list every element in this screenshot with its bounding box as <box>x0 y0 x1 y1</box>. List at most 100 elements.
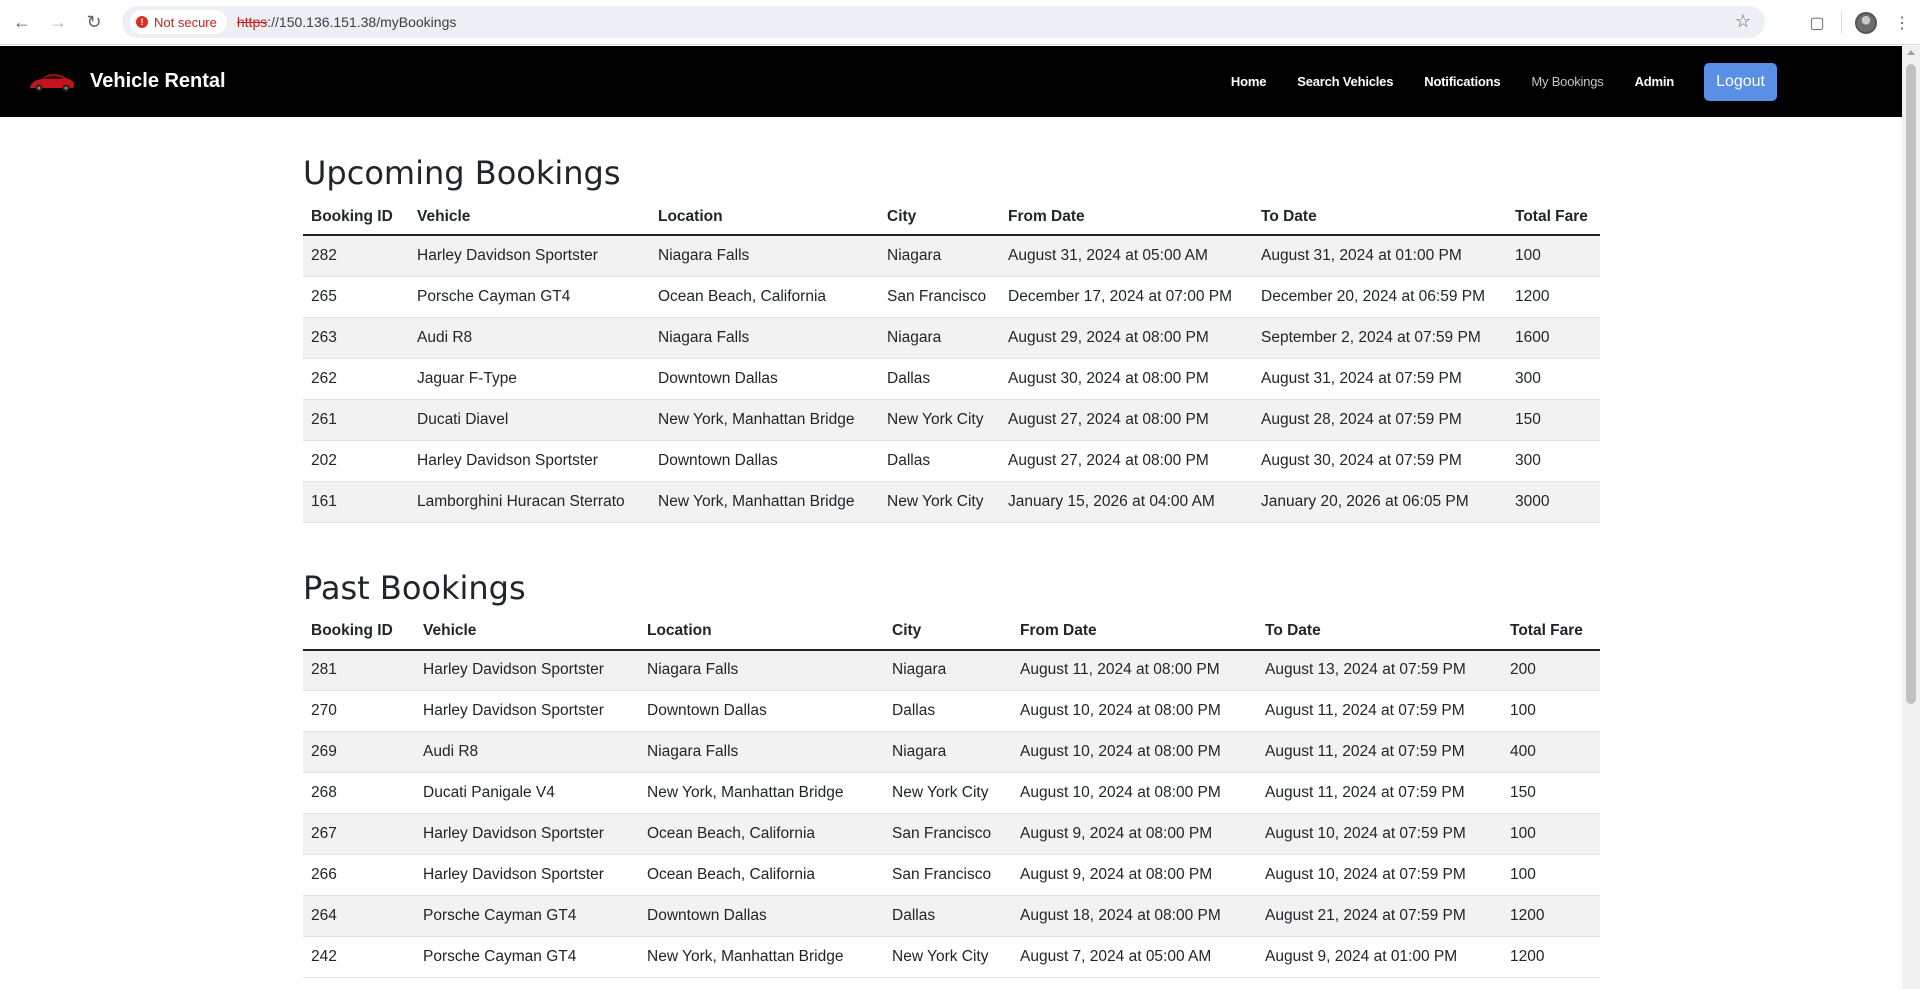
cell-total-fare: 1200 <box>1502 895 1600 937</box>
cell-location: Niagara Falls <box>639 649 884 691</box>
main-content: Upcoming Bookings Booking ID Vehicle Locat… <box>303 117 1600 978</box>
address-bar[interactable]: ! Not secure https://150.136.151.38/myBo… <box>122 6 1765 38</box>
table-row: 161 Lamborghini Huracan Sterrato New York,… <box>303 481 1600 523</box>
nav-admin[interactable]: Admin <box>1635 74 1675 89</box>
cell-total-fare: 400 <box>1502 731 1600 773</box>
url-text[interactable]: https://150.136.151.38/myBookings <box>237 14 457 30</box>
cell-city: New York City <box>884 936 1012 978</box>
cell-vehicle: Harley Davidson Sportster <box>415 690 639 732</box>
red-car-logo-icon <box>30 73 74 91</box>
table-row: 270 Harley Davidson Sportster Downtown Dal… <box>303 690 1600 732</box>
not-secure-icon: ! <box>136 16 148 28</box>
cell-city: San Francisco <box>884 813 1012 855</box>
cell-city: Dallas <box>884 690 1012 732</box>
cell-booking-id: 267 <box>303 813 415 855</box>
scrollbar-thumb[interactable] <box>1906 64 1916 704</box>
cell-city: San Francisco <box>884 854 1012 896</box>
column-header-vehicle: Vehicle <box>415 607 639 651</box>
cell-total-fare: 100 <box>1502 854 1600 896</box>
column-header-city: City <box>879 193 1000 236</box>
table-row: 264 Porsche Cayman GT4 Downtown Dallas Dall… <box>303 895 1600 937</box>
cell-total-fare: 100 <box>1502 690 1600 732</box>
cell-total-fare: 1600 <box>1507 317 1600 359</box>
cell-total-fare: 150 <box>1502 772 1600 814</box>
cell-vehicle: Audi R8 <box>415 731 639 773</box>
column-header-from-date: From Date <box>1000 193 1253 236</box>
cell-booking-id: 264 <box>303 895 415 937</box>
forward-icon[interactable]: → <box>40 4 76 40</box>
column-header-vehicle: Vehicle <box>409 193 650 236</box>
cell-vehicle: Audi R8 <box>409 317 650 359</box>
nav-home[interactable]: Home <box>1231 74 1267 89</box>
nav-links: Home Search Vehicles Notifications My Bo… <box>1200 46 1777 117</box>
security-chip[interactable]: ! Not secure <box>130 10 227 34</box>
table-row: 242 Porsche Cayman GT4 New York, Manhattan… <box>303 936 1600 978</box>
cell-booking-id: 242 <box>303 936 415 978</box>
cell-city: Niagara <box>884 649 1012 691</box>
cell-to-date: August 31, 2024 at 07:59 PM <box>1253 358 1507 400</box>
nav-search-vehicles[interactable]: Search Vehicles <box>1297 74 1393 89</box>
cell-city: New York City <box>879 481 1000 523</box>
cell-location: New York, Manhattan Bridge <box>639 936 884 978</box>
back-icon[interactable]: ← <box>4 4 40 40</box>
cell-total-fare: 150 <box>1507 399 1600 441</box>
cell-booking-id: 270 <box>303 690 415 732</box>
cell-city: Niagara <box>879 317 1000 359</box>
column-header-booking-id: Booking ID <box>303 607 415 651</box>
table-row: 261 Ducati Diavel New York, Manhattan Brid… <box>303 399 1600 441</box>
cell-booking-id: 265 <box>303 276 409 318</box>
brand[interactable]: Vehicle Rental <box>28 69 226 95</box>
table-row: 282 Harley Davidson Sportster Niagara Fall… <box>303 235 1600 277</box>
cell-from-date: August 10, 2024 at 08:00 PM <box>1012 690 1257 732</box>
cell-booking-id: 268 <box>303 772 415 814</box>
cell-to-date: August 30, 2024 at 07:59 PM <box>1253 440 1507 482</box>
cell-booking-id: 263 <box>303 317 409 359</box>
cell-from-date: August 27, 2024 at 08:00 PM <box>1000 440 1253 482</box>
nav-my-bookings[interactable]: My Bookings <box>1531 74 1603 89</box>
cell-from-date: August 10, 2024 at 08:00 PM <box>1012 731 1257 773</box>
table-row: 267 Harley Davidson Sportster Ocean Beach,… <box>303 813 1600 855</box>
cell-to-date: August 21, 2024 at 07:59 PM <box>1257 895 1502 937</box>
url-scheme: https <box>236 14 268 30</box>
table-row: 262 Jaguar F-Type Downtown Dallas Dallas Aug… <box>303 358 1600 400</box>
table-body: 282 Harley Davidson Sportster Niagara Fall… <box>303 235 1600 523</box>
cell-to-date: August 10, 2024 at 07:59 PM <box>1257 813 1502 855</box>
cell-city: Dallas <box>879 440 1000 482</box>
cell-to-date: August 31, 2024 at 01:00 PM <box>1253 235 1507 277</box>
cell-city: Niagara <box>879 235 1000 277</box>
cell-from-date: August 11, 2024 at 08:00 PM <box>1012 649 1257 691</box>
cell-total-fare: 100 <box>1502 813 1600 855</box>
bookmark-star-icon[interactable]: ☆ <box>1735 11 1751 32</box>
cell-to-date: August 13, 2024 at 07:59 PM <box>1257 649 1502 691</box>
cell-total-fare: 3000 <box>1507 481 1600 523</box>
column-header-from-date: From Date <box>1012 607 1257 651</box>
brand-name: Vehicle Rental <box>90 70 226 92</box>
cell-from-date: December 17, 2024 at 07:00 PM <box>1000 276 1253 318</box>
cell-from-date: January 15, 2026 at 04:00 AM <box>1000 481 1253 523</box>
cell-vehicle: Harley Davidson Sportster <box>409 440 650 482</box>
menu-kebab-icon[interactable]: ⋮ <box>1884 5 1920 41</box>
extensions-icon[interactable]: ▢ <box>1799 5 1835 41</box>
site-navbar: Vehicle Rental Home Search Vehicles Noti… <box>0 46 1902 117</box>
cell-to-date: August 11, 2024 at 07:59 PM <box>1257 690 1502 732</box>
scroll-up-arrow-icon[interactable] <box>1907 50 1915 55</box>
page-scrollbar[interactable] <box>1902 46 1920 989</box>
table-row: 268 Ducati Panigale V4 New York, Manhattan… <box>303 772 1600 814</box>
cell-vehicle: Harley Davidson Sportster <box>415 813 639 855</box>
cell-city: San Francisco <box>879 276 1000 318</box>
table-row: 265 Porsche Cayman GT4 Ocean Beach, Califo… <box>303 276 1600 318</box>
nav-notifications[interactable]: Notifications <box>1424 74 1500 89</box>
profile-avatar[interactable] <box>1848 5 1884 41</box>
reload-icon[interactable]: ↻ <box>76 4 112 40</box>
column-header-location: Location <box>639 607 884 651</box>
logout-button[interactable]: Logout <box>1704 62 1777 101</box>
cell-location: New York, Manhattan Bridge <box>650 481 879 523</box>
cell-from-date: August 29, 2024 at 08:00 PM <box>1000 317 1253 359</box>
cell-vehicle: Jaguar F-Type <box>409 358 650 400</box>
cell-city: New York City <box>884 772 1012 814</box>
cell-location: Niagara Falls <box>650 235 879 277</box>
table-row: 281 Harley Davidson Sportster Niagara Fall… <box>303 649 1600 691</box>
cell-to-date: August 10, 2024 at 07:59 PM <box>1257 854 1502 896</box>
cell-vehicle: Ducati Diavel <box>409 399 650 441</box>
cell-city: New York City <box>879 399 1000 441</box>
